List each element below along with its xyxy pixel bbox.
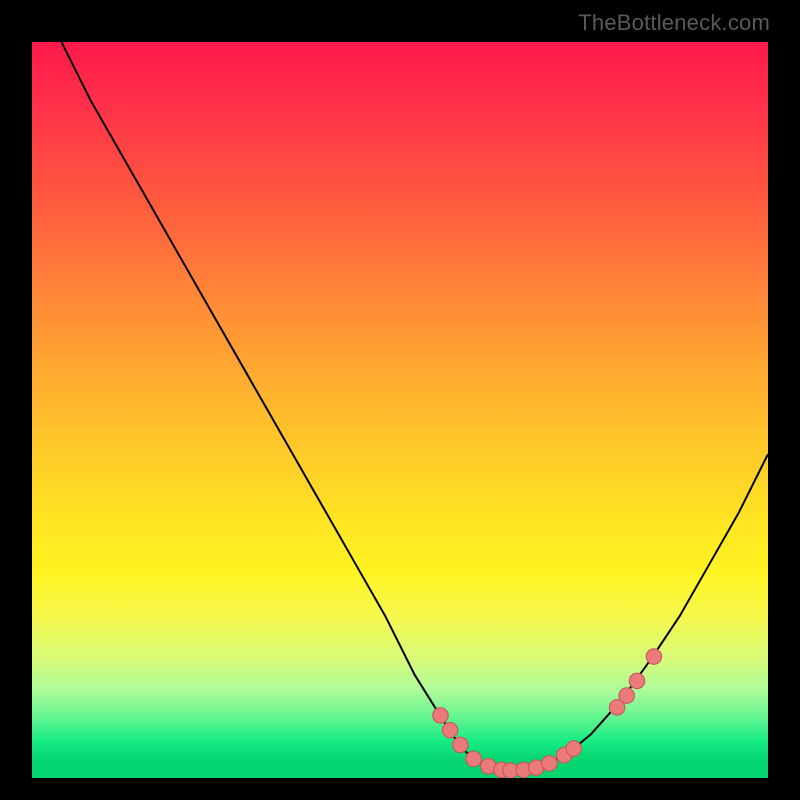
marker-point — [566, 741, 581, 756]
marker-point — [466, 751, 481, 766]
marker-point — [433, 708, 448, 723]
marker-point — [629, 673, 644, 688]
marker-point — [619, 688, 634, 703]
marker-point — [542, 756, 557, 771]
marker-point — [442, 722, 457, 737]
chart-area — [32, 42, 768, 778]
marker-point — [453, 737, 468, 752]
frame: TheBottleneck.com — [0, 0, 800, 800]
bottleneck-curve — [61, 42, 768, 771]
chart-svg — [32, 42, 768, 778]
watermark-text: TheBottleneck.com — [578, 10, 770, 36]
highlighted-points — [433, 649, 662, 778]
marker-point — [646, 649, 661, 664]
